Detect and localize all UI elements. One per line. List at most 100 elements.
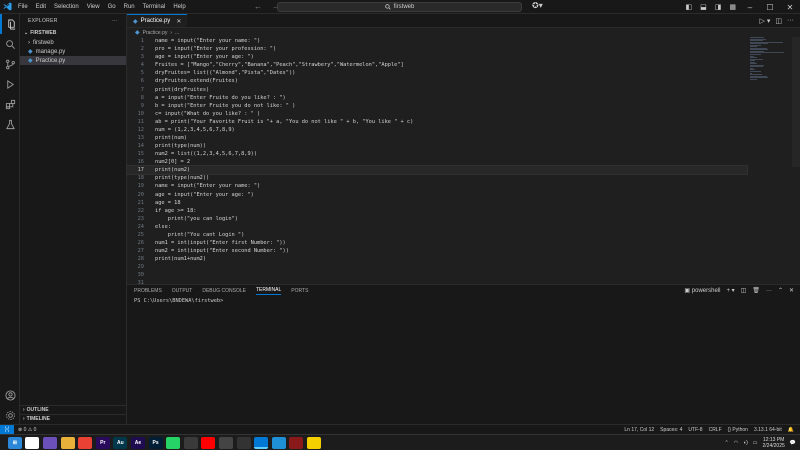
taskbar-vscode-icon[interactable] — [254, 437, 269, 449]
battery-icon[interactable]: ▭ — [753, 440, 758, 446]
code-line[interactable]: 3 age = input("Enter your age: ") — [127, 53, 747, 61]
account-icon[interactable] — [0, 386, 20, 404]
more-actions-icon[interactable]: ··· — [787, 17, 794, 24]
split-editor-icon[interactable]: ◫ — [775, 17, 782, 25]
taskbar-chrome-2-icon[interactable] — [78, 437, 93, 449]
taskbar-explorer-icon[interactable] — [60, 437, 75, 449]
split-terminal-icon[interactable]: ◫ — [741, 287, 747, 294]
taskbar-after-effects-icon[interactable]: Ae — [130, 437, 145, 449]
menu-file[interactable]: File — [14, 0, 32, 14]
run-python-icon[interactable]: ▷ ▾ — [760, 17, 771, 25]
code-line[interactable]: 11 ab = print("Your Favorite Fruit is "+ … — [127, 118, 747, 126]
manage-gear-icon[interactable] — [0, 406, 20, 424]
taskbar-audition-icon[interactable]: Au — [113, 437, 128, 449]
code-line[interactable]: 27 num2 = int(input("Enter second Number:… — [127, 247, 747, 255]
code-line[interactable]: 8 a = input("Enter Fruite do you like? : … — [127, 94, 747, 102]
language-mode[interactable]: {} Python — [728, 427, 748, 433]
code-line[interactable]: 20 age = input("Enter your age: ") — [127, 190, 747, 198]
editor-scrollbar[interactable] — [792, 37, 800, 167]
close-icon[interactable]: ✕ — [780, 3, 800, 12]
code-line[interactable]: 6 dryFruites.extend(Fruites) — [127, 77, 747, 85]
terminal-shell-selector[interactable]: ▣ powershell — [684, 287, 720, 294]
code-line[interactable]: 1 name = input("Enter your name: ") — [127, 37, 747, 45]
back-arrow-icon[interactable]: ← — [254, 0, 262, 14]
menu-help[interactable]: Help — [169, 0, 189, 14]
menu-go[interactable]: Go — [104, 0, 120, 14]
taskbar-copilot-icon[interactable] — [42, 437, 57, 449]
new-terminal-icon[interactable]: + ▾ — [726, 287, 734, 294]
explorer-icon[interactable] — [0, 14, 20, 34]
more-actions-icon[interactable]: ··· — [766, 288, 772, 294]
tab-terminal[interactable]: TERMINAL — [255, 287, 282, 295]
taskbar-photoshop-icon[interactable]: Ps — [148, 437, 163, 449]
code-line[interactable]: 9 b = input("Enter Fruite you do not like… — [127, 102, 747, 110]
tab-output[interactable]: OUTPUT — [172, 288, 193, 294]
breadcrumb-file[interactable]: Practice.py — [143, 30, 168, 36]
taskbar-store-icon[interactable] — [183, 437, 198, 449]
vscode-logo-icon[interactable] — [0, 0, 14, 14]
customize-layout-icon[interactable]: ▦ — [725, 3, 740, 11]
code-line[interactable]: 26 num1 = int(input("Enter first Number: … — [127, 239, 747, 247]
more-actions-icon[interactable]: ··· — [112, 18, 118, 24]
taskbar-settings-icon[interactable] — [218, 437, 233, 449]
breadcrumb-symbol[interactable]: ... — [175, 30, 179, 36]
minimize-icon[interactable]: – — [740, 3, 760, 12]
toggle-secondary-sidebar-icon[interactable]: ◨ — [711, 3, 726, 11]
problems-status[interactable]: ⊗ 0 ⚠ 0 — [18, 427, 36, 433]
code-line[interactable]: 17 print(num2) — [126, 165, 748, 176]
taskbar-whatsapp-icon[interactable] — [166, 437, 181, 449]
volume-icon[interactable]: ◖) — [743, 440, 748, 446]
indentation[interactable]: Spaces: 4 — [660, 427, 682, 433]
code-line[interactable]: 15 num2 = list((1,2,3,4,5,6,7,8,9)) — [127, 150, 747, 158]
terminal-prompt[interactable]: PS C:\Users\BNDEWA\firstweb> — [134, 298, 223, 304]
workspace-section[interactable]: ⌄ FIRSTWEB — [20, 28, 126, 38]
close-panel-icon[interactable]: ✕ — [789, 287, 794, 294]
tree-file-practice[interactable]: ◆ Practice.py — [20, 56, 126, 65]
code-line[interactable]: 7 print(dryFruites) — [127, 85, 747, 93]
taskbar-chatgpt-icon[interactable] — [236, 437, 251, 449]
clock[interactable]: 12:13 PM 2/24/2025 — [763, 437, 785, 449]
taskbar-sticky-icon[interactable] — [306, 437, 321, 449]
code-line[interactable]: 29 — [127, 263, 747, 271]
cursor-position[interactable]: Ln 17, Col 12 — [624, 427, 654, 433]
code-line[interactable]: 2 pro = input("Enter your profession: ") — [127, 45, 747, 53]
encoding[interactable]: UTF-8 — [688, 427, 702, 433]
close-tab-icon[interactable]: ✕ — [176, 18, 181, 25]
remote-icon[interactable]: ⟩⟨ — [0, 424, 14, 435]
code-line[interactable]: 14 print(type(num)) — [127, 142, 747, 150]
taskbar-chrome-icon[interactable] — [25, 437, 40, 449]
notification-center-icon[interactable]: 💬 — [790, 440, 796, 446]
outline-section[interactable]: › OUTLINE — [20, 405, 127, 414]
code-line[interactable]: 16 num2[0] = 2 — [127, 158, 747, 166]
extensions-icon[interactable] — [0, 94, 20, 114]
maximize-icon[interactable]: ☐ — [760, 3, 780, 12]
notifications-icon[interactable]: 🔔 — [788, 427, 794, 433]
command-center-search[interactable]: firstweb — [277, 2, 522, 12]
code-line[interactable]: 25 print("You cant Login ") — [127, 231, 747, 239]
tray-overflow-icon[interactable]: ⌃ — [725, 440, 729, 446]
code-line[interactable]: 18 print(type(num2)) — [127, 174, 747, 182]
code-line[interactable]: 23 print("you can login") — [127, 215, 747, 223]
tab-practice-py[interactable]: ◆ Practice.py ✕ — [127, 14, 188, 27]
tree-file-manage[interactable]: ◆ manage.py — [20, 47, 126, 56]
code-editor[interactable]: 1 name = input("Enter your name: ") 2 pro =… — [126, 37, 748, 287]
menu-selection[interactable]: Selection — [50, 0, 83, 14]
menu-terminal[interactable]: Terminal — [139, 0, 170, 14]
menu-view[interactable]: View — [83, 0, 104, 14]
menu-edit[interactable]: Edit — [32, 0, 50, 14]
taskbar-app-red-icon[interactable] — [289, 437, 304, 449]
kill-terminal-icon[interactable]: 🗑 — [752, 287, 760, 294]
search-icon[interactable] — [0, 34, 20, 54]
code-line[interactable]: 19 name = input("Enter your name: ") — [127, 182, 747, 190]
code-line[interactable]: 4 Fruites = ["Mango","Cherry","Banana","P… — [127, 61, 747, 69]
end-of-line[interactable]: CRLF — [709, 427, 722, 433]
code-line[interactable]: 24 else: — [127, 223, 747, 231]
timeline-section[interactable]: › TIMELINE — [20, 414, 127, 423]
wifi-icon[interactable]: ◠ — [734, 440, 738, 446]
tree-folder-firstweb[interactable]: › firstweb — [20, 38, 126, 47]
python-interpreter[interactable]: 3.13.1 64-bit — [754, 427, 782, 433]
run-debug-icon[interactable] — [0, 74, 20, 94]
code-line[interactable]: 13 print(num) — [127, 134, 747, 142]
taskbar-premiere-icon[interactable]: Pr — [95, 437, 110, 449]
tab-debug-console[interactable]: DEBUG CONSOLE — [202, 288, 246, 294]
